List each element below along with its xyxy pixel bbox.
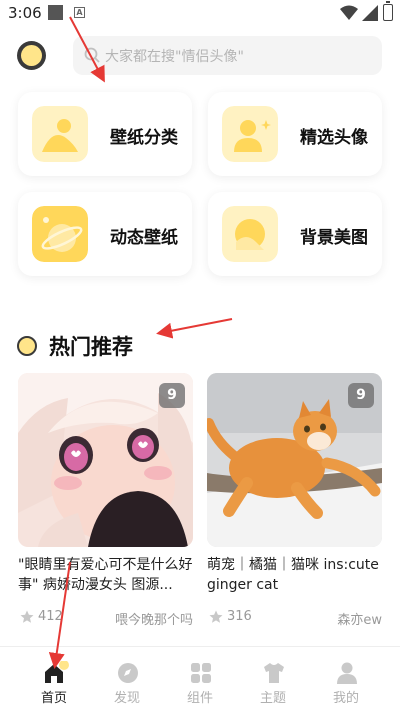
tab-discover[interactable]: 发现 <box>87 647 167 710</box>
home-icon <box>45 661 69 683</box>
tab-label: 首页 <box>40 691 67 706</box>
annotation-arrow <box>156 318 233 339</box>
search-placeholder: 大家都在搜"情侣头像" <box>105 49 244 65</box>
category-label: 背景美图 <box>300 228 368 248</box>
app-logo-icon[interactable] <box>17 41 46 70</box>
profile-icon <box>337 662 357 684</box>
discover-icon <box>118 663 138 683</box>
category-card-live-wallpaper[interactable]: 动态壁纸 <box>18 192 192 276</box>
notification-square-icon <box>48 5 63 20</box>
tab-label: 我的 <box>332 691 359 706</box>
category-card-avatar[interactable]: 精选头像 <box>208 92 382 176</box>
post-card[interactable]: 9 "眼睛里有爱心可不是什么好事" 病娇动漫女头 图源... 412 喂今晚那个… <box>18 373 193 628</box>
star-icon[interactable] <box>209 610 223 624</box>
search-icon <box>84 47 100 63</box>
star-icon[interactable] <box>20 610 34 624</box>
category-card-background[interactable]: 背景美图 <box>208 192 382 276</box>
tab-home[interactable]: 首页 <box>14 647 94 710</box>
category-label: 壁纸分类 <box>110 128 178 148</box>
section-dot-icon <box>17 336 37 356</box>
post-title: "眼睛里有爱心可不是什么好事" 病娇动漫女头 图源... <box>18 557 193 593</box>
status-bar: 3:06 A <box>0 0 400 28</box>
category-card-wallpaper[interactable]: 壁纸分类 <box>18 92 192 176</box>
post-meta: 316 森亦ew <box>207 609 382 628</box>
person-icon <box>222 106 278 162</box>
status-time: 3:06 <box>8 4 42 22</box>
wifi-icon <box>340 5 358 20</box>
tab-theme[interactable]: 主题 <box>233 647 313 710</box>
image-icon <box>222 206 278 262</box>
tab-widgets[interactable]: 组件 <box>160 647 240 710</box>
post-meta: 412 喂今晚那个吗 <box>18 609 193 628</box>
search-input[interactable]: 大家都在搜"情侣头像" <box>73 36 382 75</box>
section-title: 热门推荐 <box>49 335 133 359</box>
post-title: 萌宠｜橘猫｜猫咪 ins:cute ginger cat <box>207 557 379 593</box>
tab-label: 组件 <box>186 691 213 706</box>
category-label: 动态壁纸 <box>110 228 178 248</box>
battery-icon <box>383 1 393 21</box>
tshirt-icon <box>264 663 284 683</box>
post-image-ginger-cat[interactable]: 9 <box>207 373 382 547</box>
author-name[interactable]: 喂今晚那个吗 <box>115 609 193 628</box>
landscape-icon <box>32 106 88 162</box>
post-card[interactable]: 9 萌宠｜橘猫｜猫咪 ins:cute ginger cat 316 森亦ew <box>207 373 382 628</box>
post-image-anime-girl[interactable]: 9 <box>18 373 193 547</box>
widgets-icon <box>191 663 211 683</box>
notification-a-icon: A <box>74 7 85 18</box>
image-count-badge: 9 <box>159 383 185 408</box>
tab-profile[interactable]: 我的 <box>306 647 386 710</box>
tab-label: 发现 <box>113 691 140 706</box>
tab-label: 主题 <box>259 691 286 706</box>
like-count: 412 <box>38 609 63 624</box>
planet-icon <box>32 206 88 262</box>
like-count: 316 <box>227 609 252 624</box>
author-name[interactable]: 森亦ew <box>337 609 382 628</box>
category-label: 精选头像 <box>300 128 368 148</box>
image-count-badge: 9 <box>348 383 374 408</box>
bottom-tab-bar: 首页 发现 组件 主题 我的 <box>0 646 400 710</box>
signal-icon <box>362 5 378 21</box>
